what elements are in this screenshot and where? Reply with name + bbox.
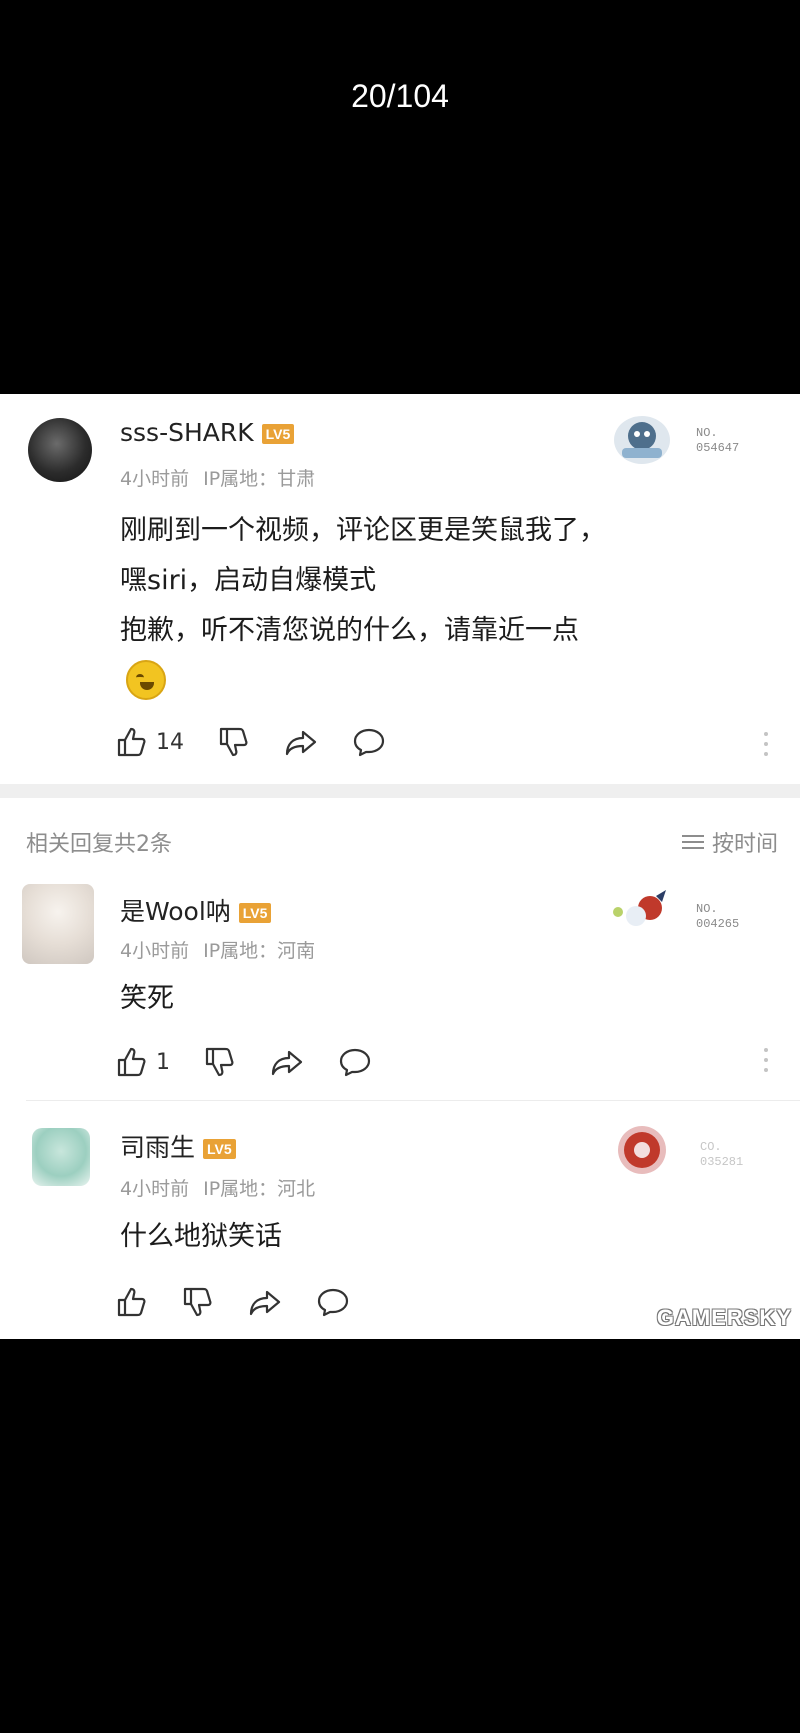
reply-username[interactable]: 司雨生 LV5: [120, 1128, 236, 1164]
reply-actions: [116, 1282, 384, 1322]
dislike-button[interactable]: [218, 726, 250, 758]
like-button[interactable]: 14: [116, 726, 184, 758]
like-button[interactable]: 1: [116, 1046, 170, 1078]
sort-label: 按时间: [711, 832, 778, 857]
thumbs-up-icon: [117, 1047, 146, 1077]
fan-badge-art-icon: [618, 1126, 666, 1174]
comment-screenshot: sss-SHARK LV5 4小时前 IP属地：甘肃 NO. 054647 刚刷到一…: [0, 394, 800, 1339]
comment-line: 嘿siri，启动自爆模式: [120, 565, 377, 596]
section-separator: [0, 784, 800, 798]
reply-actions: 1: [116, 1042, 406, 1082]
avatar[interactable]: [28, 418, 92, 482]
like-button[interactable]: [116, 1286, 148, 1318]
comment-bubble-icon: [317, 1288, 349, 1317]
replies-count-label: 相关回复共2条: [26, 832, 172, 857]
comment-text: 刚刷到一个视频，评论区更是笑鼠我了， 嘿siri，启动自爆模式 抱歉，听不清您说…: [120, 506, 606, 656]
share-button[interactable]: [284, 726, 318, 758]
comment-line: 抱歉，听不清您说的什么，请靠近一点: [120, 615, 579, 646]
username-text[interactable]: sss-SHARK: [120, 418, 254, 447]
share-button[interactable]: [270, 1046, 304, 1078]
crying-laughing-emoji-icon: [126, 660, 166, 700]
username[interactable]: sss-SHARK LV5: [120, 418, 295, 447]
dislike-button[interactable]: [182, 1286, 214, 1318]
more-options-icon[interactable]: [764, 732, 770, 760]
reply-meta: 4小时前 IP属地：河南: [120, 936, 315, 963]
username-text[interactable]: 是Wool呐: [120, 897, 231, 926]
like-count: 14: [156, 729, 184, 755]
thumbs-down-icon: [205, 1047, 234, 1077]
replies-section: 相关回复共2条 按时间 是Wool呐 LV5 4小时前 IP属地：河南 NO. 00…: [0, 798, 800, 1339]
thumbs-up-icon: [117, 727, 146, 757]
comment-time: 4小时前: [120, 468, 190, 490]
fan-badge[interactable]: CO. 035281: [612, 1122, 792, 1182]
comment-bubble-icon: [339, 1048, 371, 1077]
ip-location: IP属地：河北: [203, 1178, 316, 1200]
avatar[interactable]: [32, 1128, 90, 1186]
share-icon: [285, 730, 317, 756]
share-icon: [271, 1050, 303, 1076]
reply-button[interactable]: [338, 1046, 372, 1078]
sort-by-time-button[interactable]: 按时间: [681, 826, 778, 858]
comment-actions: 14: [116, 722, 420, 762]
ip-location: IP属地：甘肃: [203, 468, 316, 490]
fan-badge-number: CO. 035281: [700, 1140, 744, 1169]
level-badge: LV5: [203, 1139, 236, 1159]
reply-text: 什么地狱笑话: [120, 1221, 282, 1252]
comment-meta: 4小时前 IP属地：甘肃: [120, 464, 315, 491]
reply-time: 4小时前: [120, 1178, 190, 1200]
reply-button[interactable]: [316, 1286, 350, 1318]
gamersky-watermark: GAMERSKY: [656, 1305, 792, 1330]
reply-divider: [26, 1100, 800, 1101]
fan-badge[interactable]: NO. 004265: [606, 882, 786, 942]
share-icon: [249, 1290, 281, 1316]
image-counter: 20/104: [351, 78, 449, 114]
reply-text: 笑死: [120, 983, 174, 1014]
comment-line: 刚刷到一个视频，评论区更是笑鼠我了，: [120, 515, 606, 546]
share-button[interactable]: [248, 1286, 282, 1318]
level-badge: LV5: [238, 903, 272, 923]
avatar[interactable]: [22, 884, 94, 964]
fan-badge-art-icon: [613, 890, 666, 926]
thumbs-down-icon: [219, 727, 248, 757]
reply-meta: 4小时前 IP属地：河北: [120, 1174, 315, 1201]
fan-badge[interactable]: NO. 054647: [606, 410, 786, 470]
reply-time: 4小时前: [120, 940, 190, 962]
like-count: 1: [156, 1049, 170, 1075]
ip-location: IP属地：河南: [203, 940, 316, 962]
sort-icon: [681, 831, 704, 853]
main-comment: sss-SHARK LV5 4小时前 IP属地：甘肃 NO. 054647 刚刷到一…: [0, 394, 800, 784]
thumbs-up-icon: [117, 1287, 146, 1317]
level-badge: LV5: [261, 424, 295, 444]
reply-username[interactable]: 是Wool呐 LV5: [120, 892, 272, 928]
fan-badge-number: NO. 004265: [696, 902, 740, 931]
dislike-button[interactable]: [204, 1046, 236, 1078]
username-text[interactable]: 司雨生: [120, 1133, 195, 1162]
fan-badge-number: NO. 054647: [696, 426, 740, 455]
thumbs-down-icon: [183, 1287, 212, 1317]
fan-badge-art-icon: [614, 416, 670, 464]
more-options-icon[interactable]: [764, 1048, 770, 1076]
reply-button[interactable]: [352, 726, 386, 758]
comment-bubble-icon: [353, 728, 385, 757]
